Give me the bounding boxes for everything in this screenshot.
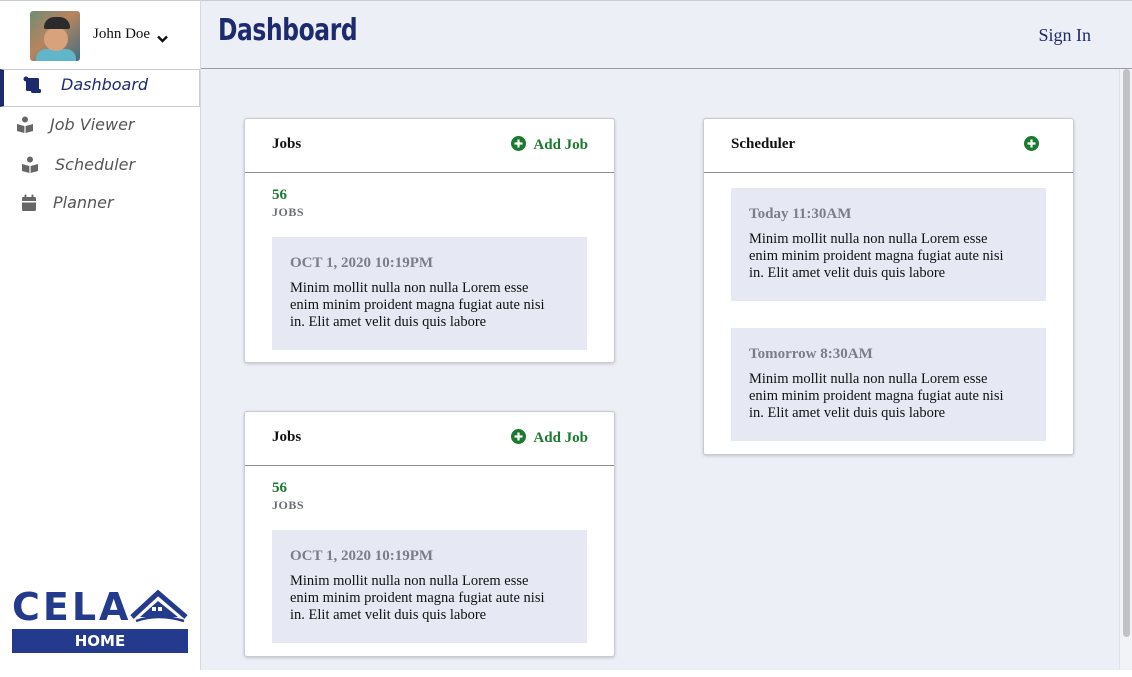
- entry-text: Minim mollit nulla non nulla Lorem esse …: [749, 371, 1004, 421]
- book-reader-icon: [21, 156, 39, 174]
- logo-tagline: HOME IMPROVEMENT: [12, 629, 188, 674]
- sidebar-item-label: Planner: [53, 193, 114, 212]
- job-count: 56: [272, 480, 287, 496]
- user-menu[interactable]: John Doe: [0, 0, 200, 68]
- page-title: Dashboard: [218, 13, 358, 48]
- add-job-label: Add Job: [533, 137, 588, 153]
- sidebar-item-label: Dashboard: [61, 75, 149, 94]
- sidebar-nav: Dashboard Job Viewer Scheduler Planner: [0, 69, 200, 221]
- jobs-card: Jobs Add Job 56 JOBS OCT 1, 2020 10:19PM…: [244, 118, 615, 363]
- scroll-icon: [22, 76, 41, 94]
- sidebar-item-dashboard[interactable]: Dashboard: [0, 69, 200, 107]
- job-entry[interactable]: OCT 1, 2020 10:19PM Minim mollit nulla n…: [272, 237, 587, 350]
- job-entry[interactable]: OCT 1, 2020 10:19PM Minim mollit nulla n…: [272, 530, 587, 643]
- sidebar-item-job-viewer[interactable]: Job Viewer: [0, 107, 200, 145]
- jobs-card: Jobs Add Job 56 JOBS OCT 1, 2020 10:19PM…: [244, 411, 615, 657]
- card-title: Jobs: [272, 429, 302, 445]
- sign-in-link[interactable]: Sign In: [1038, 25, 1091, 46]
- card-header: Scheduler: [704, 119, 1073, 173]
- job-count-label: JOBS: [272, 205, 305, 219]
- entry-time: OCT 1, 2020 10:19PM: [290, 548, 434, 564]
- scrollbar-thumb[interactable]: [1123, 69, 1130, 637]
- logo-wordmark: CELA: [12, 585, 132, 629]
- plus-circle-icon: [1024, 136, 1039, 156]
- card-title: Jobs: [272, 136, 302, 152]
- schedule-entry[interactable]: Today 11:30AM Minim mollit nulla non nul…: [731, 188, 1046, 301]
- scheduler-card: Scheduler Today 11:30AM Minim mollit nul…: [703, 118, 1074, 455]
- entry-text: Minim mollit nulla non nulla Lorem esse …: [749, 231, 1004, 281]
- sidebar-item-label: Job Viewer: [50, 115, 135, 134]
- add-job-button[interactable]: Add Job: [511, 429, 588, 449]
- book-reader-icon: [16, 116, 34, 134]
- entry-time: Tomorrow 8:30AM: [749, 346, 873, 362]
- top-header: Dashboard Sign In: [201, 0, 1132, 69]
- card-header: Jobs Add Job: [245, 119, 614, 173]
- sidebar-item-label: Scheduler: [55, 155, 136, 174]
- card-title: Scheduler: [731, 136, 796, 152]
- house-roof-icon: [130, 587, 188, 630]
- sidebar: John Doe Dashboard Job Viewer Scheduler …: [0, 0, 201, 674]
- plus-circle-icon: [511, 136, 527, 156]
- plus-circle-icon: [511, 429, 527, 449]
- vertical-scrollbar[interactable]: [1119, 69, 1132, 670]
- calendar-icon: [21, 194, 39, 212]
- main-content: Jobs Add Job 56 JOBS OCT 1, 2020 10:19PM…: [201, 69, 1119, 670]
- job-count-label: JOBS: [272, 498, 305, 512]
- add-schedule-button[interactable]: [1024, 136, 1039, 156]
- add-job-button[interactable]: Add Job: [511, 136, 588, 156]
- chevron-down-icon[interactable]: [157, 30, 168, 48]
- schedule-entry[interactable]: Tomorrow 8:30AM Minim mollit nulla non n…: [731, 328, 1046, 441]
- user-name: John Doe: [93, 26, 151, 42]
- entry-text: Minim mollit nulla non nulla Lorem esse …: [290, 280, 545, 330]
- card-header: Jobs Add Job: [245, 412, 614, 466]
- add-job-label: Add Job: [533, 430, 588, 446]
- entry-text: Minim mollit nulla non nulla Lorem esse …: [290, 573, 545, 623]
- avatar: [30, 11, 80, 61]
- sidebar-item-scheduler[interactable]: Scheduler: [0, 145, 200, 183]
- sidebar-item-planner[interactable]: Planner: [0, 183, 200, 221]
- entry-time: OCT 1, 2020 10:19PM: [290, 255, 434, 271]
- entry-time: Today 11:30AM: [749, 206, 852, 222]
- job-count: 56: [272, 187, 287, 203]
- brand-logo: CELA HOME IMPROVEMENT: [12, 585, 190, 674]
